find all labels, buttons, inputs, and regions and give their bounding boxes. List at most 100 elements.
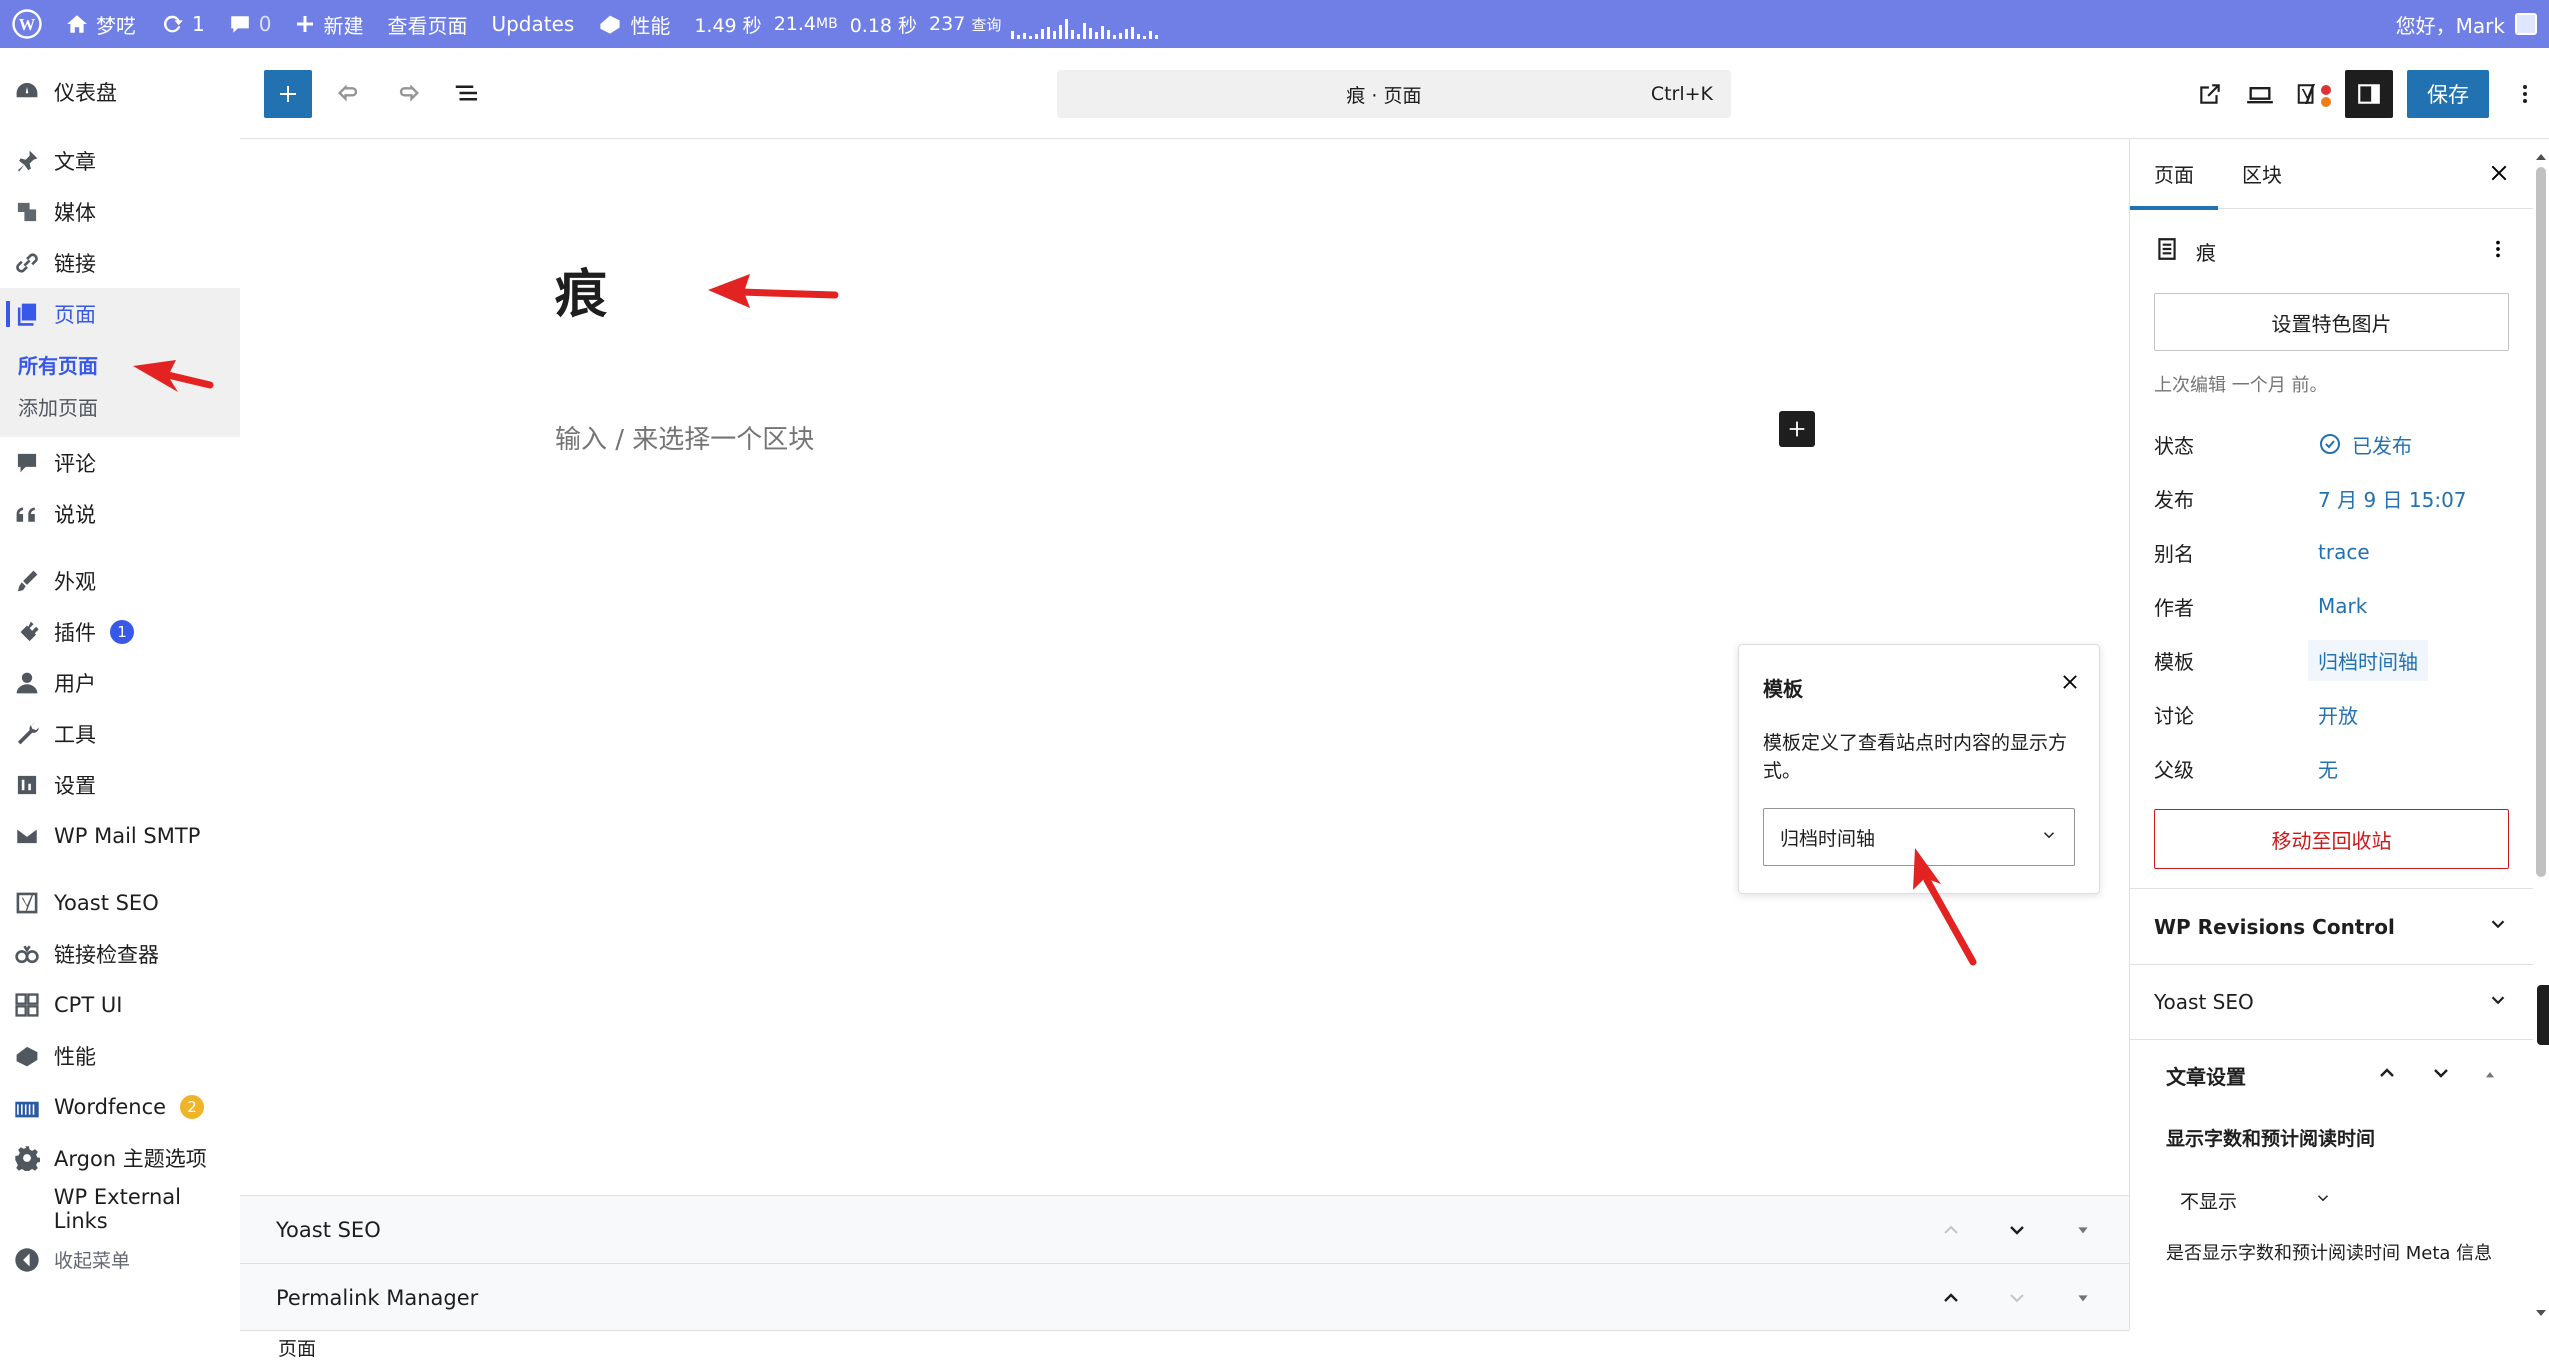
scroll-down-arrow-icon[interactable]	[2536, 1303, 2546, 1322]
options-menu-button[interactable]	[2507, 69, 2543, 119]
page-actions-button[interactable]	[2487, 238, 2509, 265]
undo-button[interactable]	[324, 68, 374, 118]
sidebar-item-plugins[interactable]: 插件 1	[0, 606, 240, 657]
sidebar-item-posts[interactable]: 文章	[0, 135, 240, 186]
move-down-button[interactable]	[1993, 1274, 2041, 1322]
view-page-label: 查看页面	[387, 13, 468, 38]
collapse-menu-button[interactable]: 收起菜单	[0, 1234, 240, 1285]
article-settings-header[interactable]: 文章设置	[2130, 1040, 2533, 1110]
yoast-sidebar-button[interactable]	[2285, 69, 2335, 119]
save-button[interactable]: 保存	[2407, 69, 2489, 118]
document-overview-button[interactable]	[442, 68, 492, 118]
view-page-link[interactable]: 查看页面	[375, 0, 479, 48]
gear-icon	[14, 1145, 40, 1171]
page-document-icon	[2154, 236, 2180, 267]
wordcount-select[interactable]: 不显示	[2166, 1177, 2346, 1223]
move-up-button[interactable]	[2375, 1061, 2399, 1090]
slug-button[interactable]: trace	[2318, 540, 2370, 564]
plus-icon	[297, 16, 314, 32]
view-page-button[interactable]	[2185, 69, 2235, 119]
close-sidebar-button[interactable]	[2487, 161, 2511, 190]
sidebar-item-label: Yoast SEO	[54, 890, 159, 915]
wordcount-description: 是否显示字数和预计阅读时间 Meta 信息	[2166, 1243, 2493, 1264]
external-link-icon	[2200, 83, 2220, 104]
perf-query-time: 0.18 秒	[849, 14, 918, 37]
resize-handle[interactable]	[2537, 985, 2549, 1045]
wordcount-select-value: 不显示	[2180, 1190, 2238, 1213]
tab-page[interactable]: 页面	[2130, 139, 2218, 210]
preview-device-button[interactable]	[2235, 69, 2285, 119]
tab-block[interactable]: 区块	[2218, 139, 2306, 209]
sidebar-item-wp-mail-smtp[interactable]: WP Mail SMTP	[0, 810, 240, 861]
sidebar-item-cpt-ui[interactable]: CPT UI	[0, 979, 240, 1030]
sidebar-item-media[interactable]: 媒体	[0, 186, 240, 237]
template-button[interactable]: 归档时间轴	[2308, 639, 2428, 681]
set-featured-image-button[interactable]: 设置特色图片	[2154, 293, 2509, 351]
sidebar-item-tools[interactable]: 工具	[0, 708, 240, 759]
panel-yoast-seo[interactable]: Yoast SEO	[2130, 964, 2533, 1039]
chevron-down-icon	[2010, 1293, 2024, 1302]
block-breadcrumb[interactable]: 页面	[240, 1330, 2129, 1367]
move-to-trash-button[interactable]: 移动至回收站	[2154, 809, 2509, 869]
post-title[interactable]: 痕	[555, 252, 607, 327]
sidebar-item-comments[interactable]: 评论	[0, 437, 240, 488]
sidebar-item-label: 工具	[54, 722, 96, 747]
redo-button[interactable]	[383, 68, 433, 118]
sidebar-item-link-checker[interactable]: 链接检查器	[0, 928, 240, 979]
metabox-permalink-manager[interactable]: Permalink Manager	[240, 1263, 2129, 1331]
metabox-yoast-seo[interactable]: Yoast SEO	[240, 1195, 2129, 1263]
comments-link[interactable]: 0	[217, 0, 284, 48]
performance-menu[interactable]: 性能	[586, 0, 682, 48]
parent-button[interactable]: 无	[2318, 754, 2338, 783]
my-account-menu[interactable]: 您好，Mark	[2384, 0, 2549, 48]
article-settings-title: 文章设置	[2166, 1064, 2246, 1089]
updates-link[interactable]: 1	[148, 0, 217, 48]
wordpress-logo-icon[interactable]: W	[0, 0, 54, 48]
sidebar-item-settings[interactable]: 设置	[0, 759, 240, 810]
sidebar-item-yoast-seo[interactable]: Yoast SEO	[0, 877, 240, 928]
sidebar-item-links[interactable]: 链接	[0, 237, 240, 288]
last-edited-text: 上次编辑 一个月 前。	[2154, 375, 2328, 396]
sidebar-item-users[interactable]: 用户	[0, 657, 240, 708]
author-button[interactable]: Mark	[2318, 594, 2367, 618]
panel-wp-revisions-control[interactable]: WP Revisions Control	[2130, 889, 2533, 964]
updates-menu[interactable]: Updates	[479, 0, 586, 48]
publish-date-button[interactable]: 7 月 9 日 15:07	[2318, 484, 2467, 513]
discussion-button[interactable]: 开放	[2318, 700, 2358, 729]
command-palette-bar[interactable]: 痕 · 页面 Ctrl+K	[1057, 70, 1731, 118]
sidebar-item-wp-external-links[interactable]: WP External Links	[0, 1183, 240, 1234]
toggle-panel-button[interactable]	[2483, 1063, 2497, 1087]
new-content-link[interactable]: 新建	[283, 0, 375, 48]
status-value-button[interactable]: 已发布	[2318, 430, 2412, 459]
sidebar-item-label: 仪表盘	[54, 80, 117, 105]
sidebar-scrollbar[interactable]	[2533, 139, 2549, 1330]
site-name-link[interactable]: 梦呓	[54, 0, 148, 48]
toggle-panel-button[interactable]	[2059, 1206, 2107, 1254]
scrollbar-thumb[interactable]	[2536, 167, 2546, 877]
header-settings: 保存	[2185, 48, 2549, 139]
settings-sidebar-toggle[interactable]	[2345, 69, 2393, 118]
move-down-button[interactable]	[1993, 1206, 2041, 1254]
sidebar-item-pages[interactable]: 页面	[0, 288, 240, 339]
undo-icon	[338, 84, 358, 102]
perf-queries-unit: 查询	[971, 15, 1002, 34]
query-monitor-menu[interactable]: 1.49 秒 21.4 MB 0.18 秒 237 查询	[682, 0, 1170, 48]
inline-block-inserter[interactable]	[1779, 411, 1815, 447]
block-inserter-button[interactable]	[264, 70, 312, 118]
popover-close-button[interactable]	[2059, 671, 2081, 697]
sidebar-item-label: WP Mail SMTP	[54, 823, 201, 848]
sidebar-item-label: Wordfence	[54, 1094, 167, 1119]
move-up-button[interactable]	[1927, 1274, 1975, 1322]
sidebar-item-wordfence[interactable]: Wordfence 2	[0, 1081, 240, 1132]
block-appender-placeholder[interactable]: 输入 / 来选择一个区块	[555, 419, 814, 456]
sidebar-item-appearance[interactable]: 外观	[0, 555, 240, 606]
move-down-button[interactable]	[2429, 1061, 2453, 1090]
sidebar-item-performance[interactable]: 性能	[0, 1030, 240, 1081]
sidebar-item-argon-options[interactable]: Argon 主题选项	[0, 1132, 240, 1183]
move-up-button[interactable]	[1927, 1206, 1975, 1254]
sidebar-item-shuoshuo[interactable]: 说说	[0, 488, 240, 539]
sidebar-item-dashboard[interactable]: 仪表盘	[0, 66, 240, 117]
scroll-up-arrow-icon[interactable]	[2536, 147, 2546, 166]
toggle-panel-button[interactable]	[2059, 1274, 2107, 1322]
avatar	[2515, 13, 2537, 35]
